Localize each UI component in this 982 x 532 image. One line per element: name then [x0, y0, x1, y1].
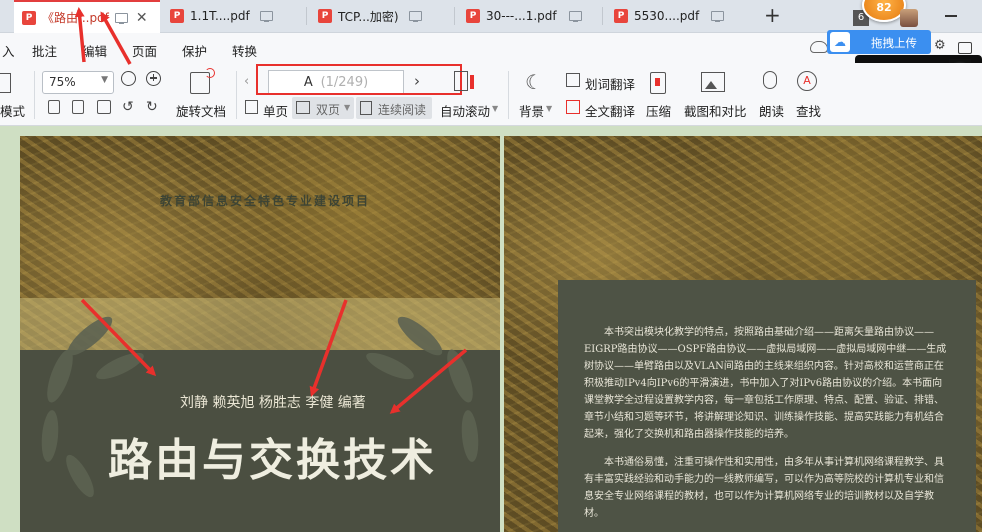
annotation-arrows — [74, 7, 468, 414]
